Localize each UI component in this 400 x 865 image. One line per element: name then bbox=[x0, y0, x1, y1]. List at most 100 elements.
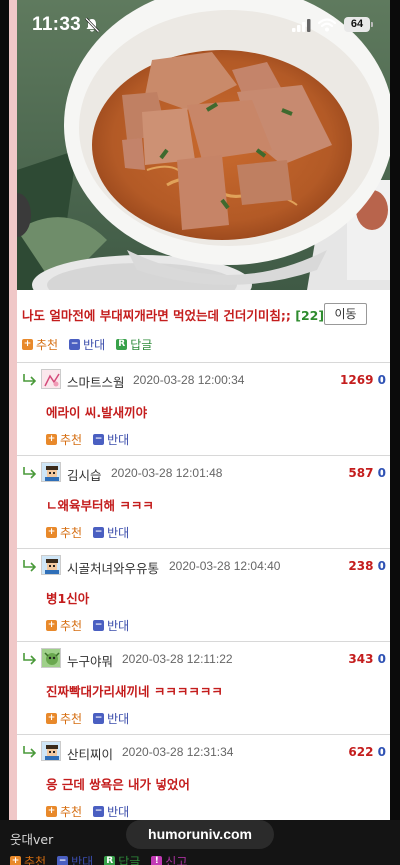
comment-actions: + 추천 − 반대 bbox=[46, 617, 140, 634]
recommend-label: 추천 bbox=[60, 433, 83, 447]
plus-icon: + bbox=[46, 527, 57, 538]
comment-text: ㄴ왜육부터해 ㅋㅋㅋ bbox=[46, 498, 154, 513]
post-title: 나도 얼마전에 부대찌개라면 먹었는데 건더기미침;; [22] bbox=[22, 305, 324, 324]
oppose-button[interactable]: − 반대 bbox=[93, 710, 129, 727]
comment-score: 587 0 bbox=[348, 466, 386, 480]
recommend-label: 추천 bbox=[36, 338, 59, 352]
downvote-count: 0 bbox=[377, 559, 386, 573]
oppose-label: 반대 bbox=[107, 526, 130, 540]
comment-nickname[interactable]: 김시습 bbox=[67, 465, 102, 484]
comment-nickname[interactable]: 누구야뭐 bbox=[67, 651, 113, 670]
avatar[interactable] bbox=[41, 462, 61, 482]
reply-icon: R bbox=[116, 339, 128, 350]
comment-date: 2020-03-28 12:31:34 bbox=[122, 745, 234, 759]
oppose-button[interactable]: − 반대 bbox=[69, 336, 105, 353]
avatar[interactable] bbox=[41, 369, 61, 389]
oppose-button[interactable]: − 반대 bbox=[93, 431, 129, 448]
status-time: 11:33 bbox=[32, 14, 82, 35]
reply-arrow-icon bbox=[23, 467, 37, 479]
reply-label: 답글 bbox=[118, 855, 141, 865]
report-label: 신고 bbox=[165, 855, 188, 865]
oppose-button[interactable]: − 반대 bbox=[93, 524, 129, 541]
comment-item: 김시습 2020-03-28 12:01:48 587 0 ㄴ왜육부터해 ㅋㅋㅋ… bbox=[17, 458, 390, 550]
status-bar: 11:33 64 bbox=[0, 0, 400, 52]
plus-icon: + bbox=[10, 856, 21, 865]
minus-icon: − bbox=[93, 434, 105, 445]
upvote-count: 622 bbox=[348, 745, 374, 759]
post-actions: + 추천 − 반대 R 답글 bbox=[22, 336, 163, 353]
avatar[interactable] bbox=[41, 555, 61, 575]
comment-count[interactable]: [22] bbox=[295, 308, 324, 323]
plus-icon: + bbox=[22, 339, 33, 350]
minus-icon: − bbox=[57, 856, 69, 865]
comment-item: 시골처녀와우유통 2020-03-28 12:04:40 238 0 병1신아 … bbox=[17, 551, 390, 643]
next-comment-nickname[interactable]: 웃대ver bbox=[10, 829, 53, 848]
recommend-button[interactable]: + 추천 bbox=[46, 803, 82, 820]
bottom-actions: + 추천 − 반대 R 답글 ! 신고 bbox=[10, 853, 198, 865]
comment-actions: + 추천 − 반대 bbox=[46, 710, 140, 727]
divider bbox=[17, 455, 390, 456]
comment-actions: + 추천 − 반대 bbox=[46, 431, 140, 448]
comment-score: 238 0 bbox=[348, 559, 386, 573]
reply-button[interactable]: R 답글 bbox=[116, 336, 152, 353]
url-pill[interactable]: humoruniv.com bbox=[126, 820, 274, 849]
oppose-label: 반대 bbox=[107, 619, 130, 633]
recommend-button[interactable]: + 추천 bbox=[10, 853, 46, 865]
recommend-button[interactable]: + 추천 bbox=[46, 617, 82, 634]
reply-button[interactable]: R 답글 bbox=[104, 853, 140, 865]
reply-label: 답글 bbox=[130, 338, 153, 352]
oppose-button[interactable]: − 반대 bbox=[93, 803, 129, 820]
comment-actions: + 추천 − 반대 bbox=[46, 803, 140, 820]
oppose-label: 반대 bbox=[107, 712, 130, 726]
minus-icon: − bbox=[93, 806, 105, 817]
comment-nickname[interactable]: 스마트스웜 bbox=[67, 372, 125, 391]
recommend-button[interactable]: + 추천 bbox=[22, 336, 58, 353]
downvote-count: 0 bbox=[377, 373, 386, 387]
report-icon: ! bbox=[151, 856, 163, 865]
comment-nickname[interactable]: 시골처녀와우유통 bbox=[67, 558, 159, 577]
recommend-button[interactable]: + 추천 bbox=[46, 431, 82, 448]
recommend-button[interactable]: + 추천 bbox=[46, 710, 82, 727]
comment-text: 응 근데 쌍욕은 내가 넣었어 bbox=[46, 777, 190, 792]
wifi-icon bbox=[318, 18, 336, 32]
downvote-count: 0 bbox=[377, 652, 386, 666]
report-button[interactable]: ! 신고 bbox=[151, 853, 187, 865]
comment-score: 1269 0 bbox=[340, 373, 386, 387]
divider bbox=[17, 548, 390, 549]
minus-icon: − bbox=[69, 339, 81, 350]
upvote-count: 238 bbox=[348, 559, 374, 573]
divider bbox=[17, 362, 390, 363]
comment-score: 622 0 bbox=[348, 745, 386, 759]
comment-score: 343 0 bbox=[348, 652, 386, 666]
downvote-count: 0 bbox=[377, 466, 386, 480]
comment-nickname[interactable]: 산티찌이 bbox=[67, 744, 113, 763]
recommend-label: 추천 bbox=[60, 805, 83, 819]
recommend-label: 추천 bbox=[60, 526, 83, 540]
recommend-button[interactable]: + 추천 bbox=[46, 524, 82, 541]
post-title-text: 나도 얼마전에 부대찌개라면 먹었는데 건더기미침;; bbox=[22, 308, 291, 323]
comment-item: 누구야뭐 2020-03-28 12:11:22 343 0 진짜빡대가리새끼네… bbox=[17, 644, 390, 736]
comment-text: 병1신아 bbox=[46, 591, 90, 606]
move-button[interactable]: 이동 bbox=[324, 303, 367, 325]
downvote-count: 0 bbox=[377, 745, 386, 759]
post-page: 나도 얼마전에 부대찌개라면 먹었는데 건더기미침;; [22] 이동 + 추천… bbox=[17, 0, 390, 820]
reply-icon: R bbox=[104, 856, 116, 865]
reply-arrow-icon bbox=[23, 560, 37, 572]
left-border bbox=[9, 0, 17, 820]
bell-slash-icon bbox=[85, 17, 100, 33]
comment-date: 2020-03-28 12:04:40 bbox=[169, 559, 281, 573]
signal-icon bbox=[292, 19, 311, 32]
comment-item: 스마트스웜 2020-03-28 12:00:34 1269 0 에라이 씨.발… bbox=[17, 365, 390, 457]
reply-arrow-icon bbox=[23, 374, 37, 386]
oppose-button[interactable]: − 반대 bbox=[93, 617, 129, 634]
battery-icon: 64 bbox=[344, 17, 373, 32]
comment-actions: + 추천 − 반대 bbox=[46, 524, 140, 541]
comment-text: 에라이 씨.발새끼야 bbox=[46, 405, 148, 420]
oppose-button[interactable]: − 반대 bbox=[57, 853, 93, 865]
avatar[interactable] bbox=[41, 648, 61, 668]
comment-date: 2020-03-28 12:01:48 bbox=[111, 466, 223, 480]
oppose-label: 반대 bbox=[71, 855, 94, 865]
upvote-count: 343 bbox=[348, 652, 374, 666]
avatar[interactable] bbox=[41, 741, 61, 761]
comment-text: 진짜빡대가리새끼네 ㅋㅋㅋㅋㅋㅋ bbox=[46, 684, 223, 699]
